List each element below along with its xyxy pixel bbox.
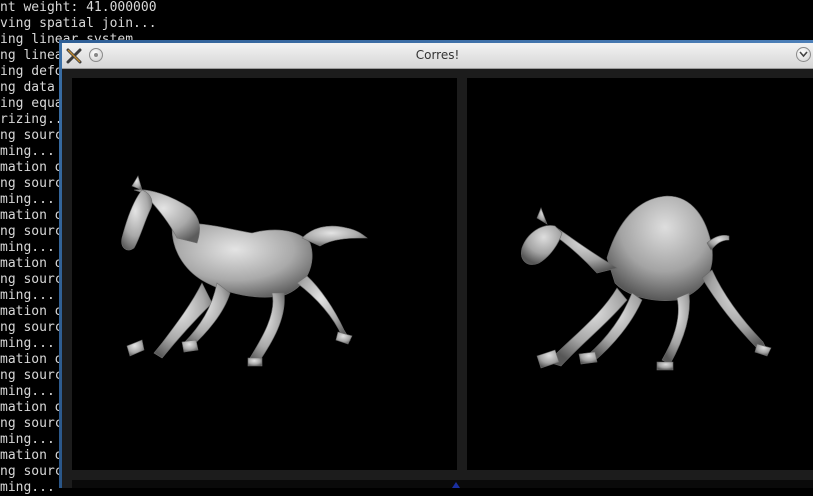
horse-model (121, 175, 368, 367)
window-menu-button[interactable] (796, 47, 811, 62)
title-bar[interactable]: Corres! (62, 43, 813, 69)
terminal-line: mation o (0, 400, 63, 415)
terminal-line: ng sourc (0, 368, 63, 383)
corres-window: Corres! (62, 43, 813, 488)
terminal-line: ming... (0, 336, 55, 351)
terminal-line: ng sourc (0, 176, 63, 191)
terminal-line: ming... (0, 192, 55, 207)
terminal-line: ing equa (0, 96, 63, 111)
terminal-line: ng sourc (0, 464, 63, 479)
terminal-line: ving spatial join... (0, 16, 157, 31)
terminal-line: ng sourc (0, 224, 63, 239)
terminal-line: nt weight: 41.000000 (0, 0, 157, 15)
chevron-down-icon (799, 51, 808, 58)
terminal-line: mation o (0, 448, 63, 463)
bottom-status-strip (72, 480, 813, 488)
terminal-line: ng sourc (0, 128, 63, 143)
terminal-line: ming... (0, 144, 55, 159)
terminal-line: mation o (0, 208, 63, 223)
terminal-line: ng sourc (0, 320, 63, 335)
camel-model (521, 195, 772, 371)
terminal-line: ming... (0, 480, 55, 495)
terminal-line: mation o (0, 304, 63, 319)
terminal-line: ng data (0, 80, 55, 95)
terminal-line: ming... (0, 432, 55, 447)
terminal-line: ming... (0, 240, 55, 255)
terminal-line: mation o (0, 352, 63, 367)
triangle-marker-icon (452, 482, 460, 488)
terminal-line: mation o (0, 160, 63, 175)
terminal-line: ming... (0, 288, 55, 303)
terminal-line: ming... (0, 384, 55, 399)
terminal-line: mation o (0, 256, 63, 271)
terminal-line: ng sourc (0, 416, 63, 431)
terminal-line: ng sourc (0, 272, 63, 287)
window-title: Corres! (415, 48, 460, 62)
terminal-line: ing defo (0, 64, 63, 79)
target-mesh-viewport[interactable] (467, 78, 813, 470)
source-mesh-viewport[interactable] (72, 78, 457, 470)
